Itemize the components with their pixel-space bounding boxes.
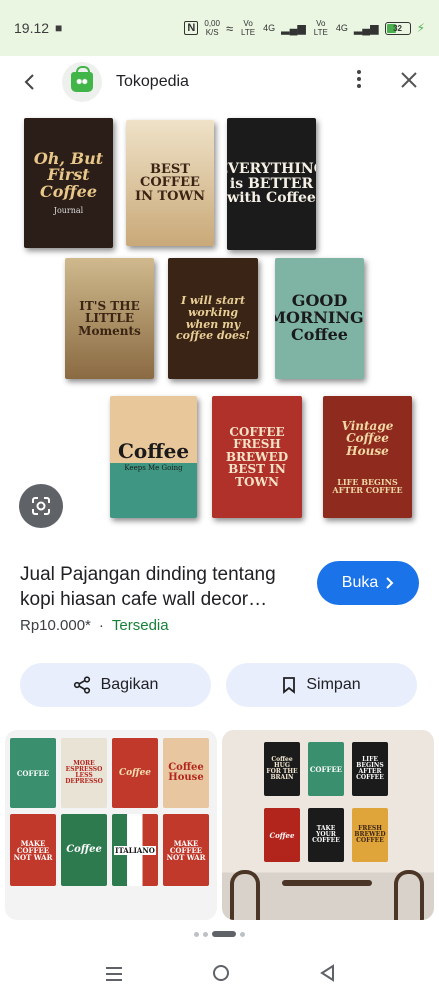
poster-fresh-brewed: COFFEE FRESH BREWED BEST IN TOWN: [212, 396, 302, 518]
related-image-1[interactable]: COFFEE MORE ESPRESSO LESS DEPRESSO Coffe…: [5, 730, 217, 920]
mini-poster: COFFEE: [308, 742, 344, 796]
shopping-bag-icon: [71, 66, 93, 92]
tokopedia-logo: [62, 62, 102, 102]
back-arrow-icon: [24, 74, 34, 90]
open-button[interactable]: Buka: [317, 561, 419, 605]
back-button[interactable]: [16, 68, 44, 96]
related-images: COFFEE MORE ESPRESSO LESS DEPRESSO Coffe…: [0, 730, 439, 920]
separator: ·: [98, 617, 104, 634]
battery-icon: 32: [384, 21, 411, 35]
save-label: Simpan: [306, 676, 361, 693]
chair-silhouette: [230, 870, 260, 920]
signal-net1: 4G: [263, 23, 276, 33]
home-circle-icon: [212, 965, 229, 981]
mini-poster: LIFE BEGINS AFTER COFFEE: [352, 742, 388, 796]
status-indicators: N 0,00 K/S ≈ Vo LTE 4G ▂▄▆ Vo LTE 4G ▂▄▆…: [184, 19, 425, 37]
charging-icon: ⚡: [416, 21, 425, 35]
nfc-icon: N: [184, 21, 199, 35]
mini-poster: MAKE COFFEE NOT WAR: [10, 814, 56, 886]
share-icon: [73, 676, 90, 694]
mini-poster: Coffee: [264, 808, 300, 862]
chevron-right-icon: [386, 577, 394, 589]
page-dot[interactable]: [194, 931, 199, 937]
incognito-icon: ■: [55, 21, 63, 35]
bookmark-icon: [283, 677, 296, 694]
network-speed: 0,00 K/S: [204, 19, 220, 37]
table-silhouette: [282, 880, 372, 886]
mini-poster: Coffee: [61, 814, 107, 886]
recent-apps-button[interactable]: [105, 962, 123, 988]
save-button[interactable]: Simpan: [226, 663, 417, 707]
system-back-button[interactable]: [319, 962, 335, 988]
site-name: Tokopedia: [116, 73, 189, 90]
lens-icon: [32, 497, 50, 515]
close-button[interactable]: [395, 68, 423, 96]
carousel-pagination: [0, 931, 439, 937]
google-lens-button[interactable]: [19, 484, 63, 528]
price: Rp10.000*: [20, 617, 91, 634]
page-dot-active[interactable]: [212, 931, 236, 937]
page-dot[interactable]: [203, 931, 208, 937]
poster-coffee-keeps-me-going: Coffee Keeps Me Going: [110, 396, 197, 518]
status-time: 19.12: [14, 20, 50, 36]
volte-label-2: Vo LTE: [313, 19, 328, 37]
poster-vintage-coffee-house: Vintage Coffee House LIFE BEGINS AFTER C…: [323, 396, 412, 518]
product-title[interactable]: Jual Pajangan dinding tentang kopi hiasa…: [20, 562, 300, 612]
volte-label-1: Vo LTE: [241, 19, 256, 37]
related-image-2[interactable]: Coffee HUG FOR THE BRAIN COFFEE LIFE BEG…: [222, 730, 434, 920]
mini-poster: Coffee: [112, 738, 158, 808]
more-options-button[interactable]: [345, 69, 373, 95]
menu-icon: [105, 967, 122, 981]
signal-icon: ▂▄▆: [281, 22, 306, 35]
open-label: Buka: [341, 574, 379, 591]
home-button[interactable]: [212, 962, 230, 988]
share-label: Bagikan: [100, 676, 159, 693]
main-product-image[interactable]: Oh, But First Coffee Journal BEST COFFEE…: [0, 108, 439, 538]
chair-silhouette: [394, 870, 424, 920]
mini-poster: MORE ESPRESSO LESS DEPRESSO: [61, 738, 107, 808]
mini-poster: TAKE YOUR COFFEE: [308, 808, 344, 862]
share-button[interactable]: Bagikan: [20, 663, 211, 707]
status-bar: 19.12 ■ N 0,00 K/S ≈ Vo LTE 4G ▂▄▆ Vo LT…: [0, 0, 439, 56]
mini-poster: Coffee HUG FOR THE BRAIN: [264, 742, 300, 796]
poster-but-first-coffee: Oh, But First Coffee Journal: [24, 118, 113, 248]
page-header: Tokopedia: [0, 56, 439, 108]
poster-everything-better: EVERYTHING is BETTER with Coffee: [227, 118, 316, 250]
close-icon: [401, 72, 417, 88]
signal-net2: 4G: [335, 23, 348, 33]
mini-poster: COFFEE: [10, 738, 56, 808]
mini-poster: FRESH BREWED COFFEE: [352, 808, 388, 862]
poster-start-working: I will start working when my coffee does…: [168, 258, 258, 379]
system-nav-bar: [0, 950, 439, 1000]
signal-icon-2: ▂▄▆: [353, 22, 379, 35]
poster-best-coffee-in-town: BEST COFFEE IN TOWN: [126, 120, 214, 246]
price-line: Rp10.000* · Tersedia: [20, 617, 169, 634]
mini-poster: ITALIANO: [112, 814, 158, 886]
stock-status: Tersedia: [111, 617, 169, 634]
more-vert-icon: [357, 70, 361, 88]
poster-good-morning: GOOD MORNING! Coffee: [275, 258, 364, 379]
poster-little-moments: IT'S THE LITTLE Moments: [65, 258, 154, 379]
wifi-icon: ≈: [225, 20, 234, 36]
mini-poster: Coffee House: [163, 738, 209, 808]
mini-poster: MAKE COFFEE NOT WAR: [163, 814, 209, 886]
back-triangle-icon: [319, 964, 334, 982]
page-dot[interactable]: [240, 931, 245, 937]
